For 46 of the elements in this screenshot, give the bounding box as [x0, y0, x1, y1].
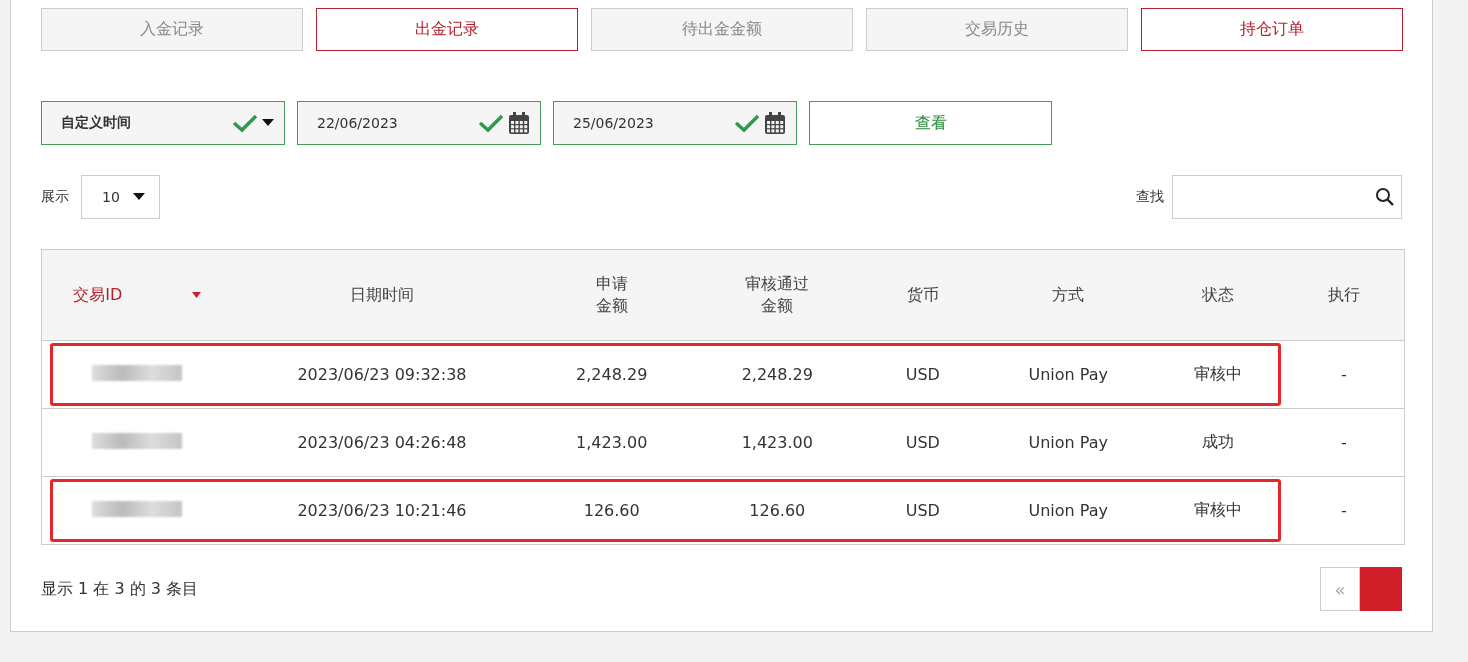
page-size-label: 展示 — [41, 188, 69, 206]
table-cell: - — [1283, 408, 1405, 477]
table-cell: 2,248.29 — [531, 340, 692, 409]
column-header[interactable]: 状态 — [1153, 249, 1284, 341]
view-button[interactable]: 查看 — [809, 101, 1052, 145]
table-cell: 2023/06/23 09:32:38 — [232, 340, 532, 409]
table-cell: 2023/06/23 04:26:48 — [232, 408, 532, 477]
end-date-field[interactable]: 25/06/2023 — [553, 101, 797, 145]
tab[interactable]: 持仓订单 — [1141, 8, 1403, 51]
column-header[interactable]: 申请 金额 — [531, 249, 692, 341]
table-cell: Union Pay — [983, 340, 1154, 409]
search-label: 查找 — [1136, 188, 1164, 206]
table-cell: 1,423.00 — [531, 408, 692, 477]
column-header[interactable]: 执行 — [1283, 249, 1405, 341]
start-date-field[interactable]: 22/06/2023 — [297, 101, 541, 145]
tab[interactable]: 出金记录 — [316, 8, 578, 51]
table-cell: Union Pay — [983, 476, 1154, 545]
table-cell: - — [1283, 340, 1405, 409]
table-cell: Union Pay — [983, 408, 1154, 477]
caret-icon — [262, 119, 274, 127]
period-dropdown[interactable]: 自定义时间 — [41, 101, 285, 145]
table-cell: 2,248.29 — [692, 340, 863, 409]
search-icon[interactable] — [1375, 187, 1395, 207]
table-cell: USD — [862, 340, 984, 409]
sort-caret-icon[interactable] — [192, 292, 202, 298]
column-header[interactable]: 方式 — [983, 249, 1154, 341]
entries-summary: 显示 1 在 3 的 3 条目 — [41, 578, 199, 600]
page-size-dropdown[interactable]: 10 — [81, 175, 160, 219]
table-cell: 126.60 — [531, 476, 692, 545]
column-header[interactable]: 交易ID — [41, 249, 233, 341]
table-cell: USD — [862, 408, 984, 477]
table-cell: 126.60 — [692, 476, 863, 545]
calendar-icon[interactable] — [508, 111, 530, 135]
column-header[interactable]: 日期时间 — [232, 249, 532, 341]
table-cell: USD — [862, 476, 984, 545]
table-cell: 1,423.00 — [692, 408, 863, 477]
search-field[interactable] — [1172, 175, 1402, 219]
table-cell: 成功 — [1153, 408, 1284, 477]
table-cell: 2023/06/23 10:21:46 — [232, 476, 532, 545]
table-cell: 审核中 — [1153, 476, 1284, 545]
table-cell: - — [1283, 476, 1405, 545]
column-header[interactable]: 货币 — [862, 249, 984, 341]
caret-icon — [133, 193, 145, 201]
calendar-icon[interactable] — [764, 111, 786, 135]
table-cell: 审核中 — [1153, 340, 1284, 409]
column-header[interactable]: 审核通过 金额 — [692, 249, 863, 341]
